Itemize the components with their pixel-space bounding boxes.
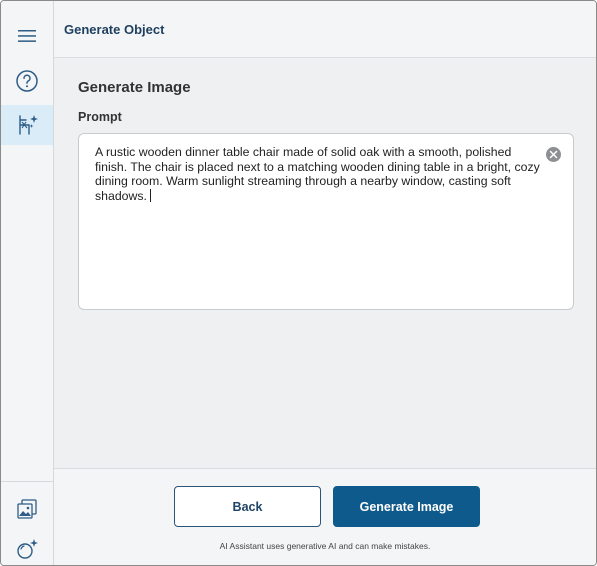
generate-object-button[interactable] — [1, 105, 53, 145]
prompt-text-wrapper: A rustic wooden dinner table chair made … — [95, 145, 543, 203]
generate-image-button[interactable]: Generate Image — [333, 486, 480, 527]
prompt-label: Prompt — [78, 110, 122, 124]
back-button[interactable]: Back — [174, 486, 321, 527]
sparkle-chair-icon — [19, 115, 38, 135]
help-icon — [16, 70, 38, 92]
rail-divider — [1, 481, 53, 482]
section-title: Generate Image — [78, 79, 191, 96]
ai-object-button[interactable] — [1, 529, 53, 565]
prompt-text: A rustic wooden dinner table chair made … — [95, 145, 540, 203]
sparkle-sphere-icon — [17, 539, 38, 559]
app-window: Generate Object Generate Image Prompt A … — [0, 0, 597, 566]
gallery-button[interactable] — [1, 489, 53, 529]
page-title: Generate Object — [64, 21, 165, 37]
clear-icon — [549, 150, 558, 159]
text-caret — [149, 188, 151, 202]
ai-disclaimer: AI Assistant uses generative AI and can … — [219, 541, 431, 551]
hamburger-menu-icon — [18, 30, 36, 42]
help-button[interactable] — [1, 61, 53, 101]
menu-button[interactable] — [1, 16, 53, 56]
clear-prompt-button[interactable] — [546, 147, 561, 162]
main-content: Generate Image Prompt A rustic wooden di… — [54, 58, 596, 468]
image-gallery-icon — [17, 499, 37, 519]
page-header: Generate Object — [54, 1, 596, 58]
footer: Back Generate Image AI Assistant uses ge… — [54, 468, 596, 565]
side-rail — [1, 1, 54, 565]
prompt-textarea[interactable]: A rustic wooden dinner table chair made … — [78, 133, 574, 310]
